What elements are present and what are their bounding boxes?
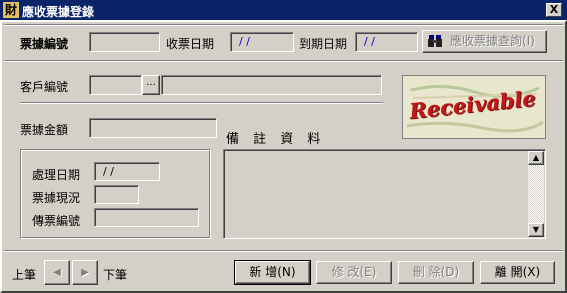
query-notes-label: 應收票據查詢(I) [450, 34, 535, 48]
customer-no-field[interactable] [89, 75, 142, 95]
binoculars-icon [428, 33, 442, 49]
add-button[interactable]: 新 增(N) [234, 260, 311, 285]
bottom-divider [4, 250, 563, 252]
next-record-button[interactable]: ▶ [72, 260, 98, 285]
receive-date-label: 收票日期 [166, 37, 215, 51]
remarks-label: 備 註 資 料 [226, 132, 326, 147]
query-notes-button[interactable]: 應收票據查詢(I) [422, 30, 547, 53]
edit-button[interactable]: 修 改(E) [316, 261, 392, 284]
amount-field[interactable] [89, 118, 217, 138]
scroll-up-button[interactable]: ▲ [528, 151, 544, 165]
next-record-label: 下筆 [103, 268, 128, 282]
scroll-down-button[interactable]: ▼ [528, 223, 544, 237]
section-divider [4, 60, 563, 62]
note-status-label: 票據現況 [32, 191, 81, 205]
delete-button[interactable]: 刪 除(D) [398, 261, 474, 284]
customer-divider [20, 102, 383, 104]
voucher-no-label: 傳票編號 [32, 214, 81, 228]
prev-arrow-icon: ◀ [53, 267, 61, 278]
prev-record-button[interactable]: ◀ [44, 260, 70, 285]
customer-name-field[interactable] [161, 75, 382, 95]
voucher-no-field[interactable] [94, 208, 199, 227]
prev-record-label: 上筆 [12, 268, 37, 282]
note-status-field[interactable] [94, 185, 139, 204]
remarks-textarea[interactable]: ▲ ▼ [223, 149, 546, 239]
receive-date-field[interactable]: / / [230, 32, 294, 52]
amount-label: 票據金額 [20, 123, 69, 137]
next-arrow-icon: ▶ [81, 267, 89, 278]
customer-lookup-button[interactable]: ... [142, 75, 160, 95]
customer-no-label: 客戶編號 [20, 80, 69, 94]
window-title: 應收票據登錄 [22, 5, 95, 19]
note-no-field[interactable] [89, 32, 160, 52]
top-divider [4, 24, 563, 26]
exit-button[interactable]: 離 開(X) [480, 261, 555, 284]
app-icon: 財 [3, 2, 19, 18]
due-date-label: 到期日期 [299, 37, 348, 51]
due-date-field[interactable]: / / [355, 32, 418, 52]
process-date-field[interactable]: / / [94, 162, 160, 181]
title-bar: 財 應收票據登錄 X [0, 0, 567, 20]
receivable-logo: Receivable [402, 75, 546, 139]
remarks-scrollbar[interactable]: ▲ ▼ [528, 151, 544, 237]
note-no-label: 票據編號 [20, 37, 69, 51]
close-button[interactable]: X [546, 3, 562, 17]
process-date-label: 處理日期 [32, 168, 81, 182]
